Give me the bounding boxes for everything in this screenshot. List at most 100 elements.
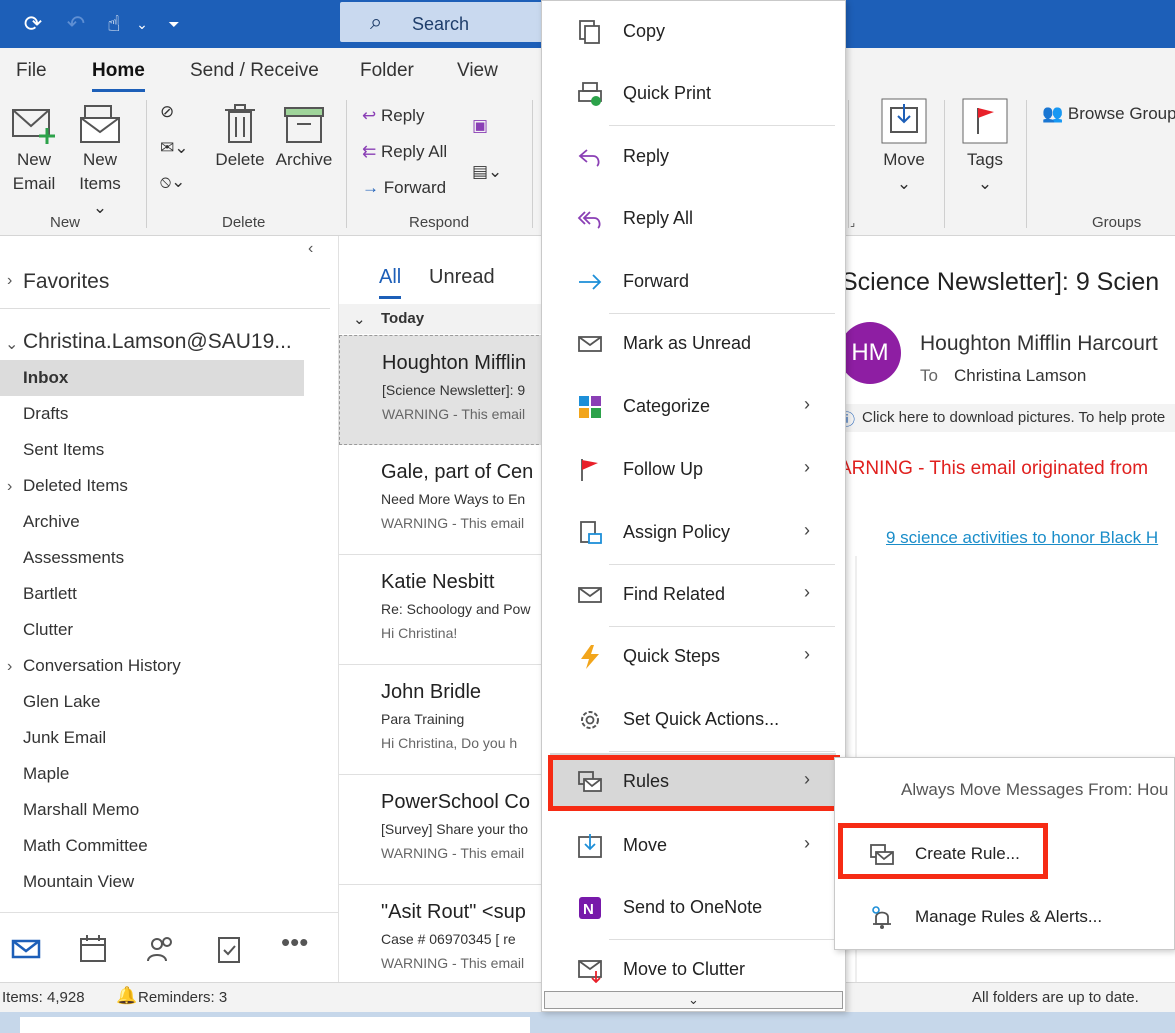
lightning-icon [581,645,599,669]
message-item[interactable]: "Asit Rout" <sup Case # 06970345 [ re WA… [339,885,549,995]
taskbar-search[interactable] [20,1017,530,1033]
menu-item-mark-as-unread[interactable]: Mark as Unread [542,313,845,375]
ignore-icon[interactable]: ⊘ [160,102,174,122]
folder-drafts[interactable]: Drafts [23,404,68,424]
search-box[interactable]: ⌕ Search [340,2,550,42]
meeting-icon[interactable]: ▣ [472,116,488,136]
menu-item-move[interactable]: Move › [542,815,845,877]
message-item[interactable]: Gale, part of Cen Need More Ways to En W… [339,445,549,555]
mail-icon[interactable] [10,933,42,965]
sync-icon[interactable]: ⟳ [19,10,47,38]
email-recipient[interactable]: Christina Lamson [954,366,1086,386]
people-icon[interactable] [145,933,177,965]
folder-maple[interactable]: Maple [23,764,69,784]
folder-junk-email[interactable]: Junk Email [23,728,106,748]
menu-item-reply-all[interactable]: Reply All [542,188,845,250]
new-email-button[interactable]: New Email [10,104,58,196]
menu-item-copy[interactable]: Copy [542,1,845,63]
new-items-button[interactable]: New Items ⌄ [72,104,128,220]
menu-item-label: Assign Policy [623,522,731,542]
folder-inbox[interactable]: Inbox [23,368,68,388]
calendar-icon[interactable] [77,933,109,965]
folder-sent-items[interactable]: Sent Items [23,440,104,460]
reminders-count[interactable]: Reminders: 3 [138,989,227,1006]
folder-marshall-memo[interactable]: Marshall Memo [23,800,139,820]
newsletter-link[interactable]: 9 science activities to honor Black H [886,528,1158,548]
menu-item-forward[interactable]: Forward [542,251,845,313]
chevron-right-icon[interactable]: › [7,658,12,676]
cleanup-icon[interactable]: ✉⌄ [160,138,189,158]
bell-icon: 🔔 [116,986,138,1005]
message-item[interactable]: Katie Nesbitt Re: Schoology and Pow Hi C… [339,555,549,665]
menu-item-manage-rules[interactable]: Manage Rules & Alerts... [845,891,1102,943]
undo-icon[interactable]: ↶ [62,10,90,38]
chevron-right-icon: › [804,833,810,853]
folder-assessments[interactable]: Assessments [23,548,124,568]
menu-item-follow-up[interactable]: Follow Up › [542,439,845,501]
more-icon[interactable]: ••• [281,927,308,958]
folder-clutter[interactable]: Clutter [23,620,73,640]
forward-button[interactable]: → Forward [362,178,446,198]
folder-bartlett[interactable]: Bartlett [23,584,77,604]
menu-item-send-to-onenote[interactable]: N Send to OneNote [542,877,845,939]
ribbon-separator [346,100,347,228]
menu-item-label: Find Related [623,584,726,604]
group-label-delete: Delete [222,214,266,231]
folder-mountain-view[interactable]: Mountain View [23,872,134,892]
sync-status: All folders are up to date. [972,989,1139,1006]
move-button[interactable]: Move ⌄ [878,98,930,196]
message-sender: Katie Nesbitt [381,571,495,593]
more-respond-icon[interactable]: ▤⌄ [472,162,502,182]
favorites-header[interactable]: Favorites [23,270,109,294]
tab-home[interactable]: Home [92,60,145,92]
menu-item-find-related[interactable]: Find Related › [542,564,845,626]
collapse-pane-icon[interactable]: ‹ [308,240,313,258]
tab-file[interactable]: File [16,60,47,82]
reply-button[interactable]: ↩ Reply [362,106,424,126]
menu-item-label: Mark as Unread [623,333,752,353]
tags-button[interactable]: Tags ⌄ [960,98,1010,196]
message-item[interactable]: John Bridle Para Training Hi Christina, … [339,665,549,775]
archive-button[interactable]: Archive [274,104,334,172]
reply-all-button[interactable]: ⇇ Reply All [362,142,447,162]
message-preview: Hi Christina, Do you h [381,735,518,751]
customize-toolbar-icon[interactable]: ⏷ [160,10,188,38]
menu-item-quick-print[interactable]: Quick Print [542,63,845,125]
menu-item-set-quick-actions[interactable]: Set Quick Actions... [542,689,845,751]
browse-groups-button[interactable]: 👥 Browse Groups [1042,104,1175,124]
group-header-today[interactable]: ⌄ Today [339,304,549,334]
menu-item-reply[interactable]: Reply [542,126,845,188]
folder-conversation-history[interactable]: Conversation History [23,656,181,676]
account-header[interactable]: Christina.Lamson@SAU19... [23,330,292,354]
tab-folder[interactable]: Folder [360,60,414,82]
message-item[interactable]: Houghton Mifflin [Science Newsletter]: 9… [339,335,549,445]
chevron-right-icon[interactable]: › [7,272,12,290]
tab-view[interactable]: View [457,60,498,82]
message-item[interactable]: PowerSchool Co [Survey] Share your tho W… [339,775,549,885]
email-sender[interactable]: Houghton Mifflin Harcourt [920,332,1158,356]
envelope-icon [578,336,602,352]
tasks-icon[interactable] [213,933,245,965]
menu-scroll-down[interactable]: ⌄ [544,991,843,1009]
chevron-down-icon[interactable]: ⌄ [128,10,156,38]
folder-pane: ‹ › Favorites ⌄ Christina.Lamson@SAU19..… [0,236,330,908]
menu-item-categorize[interactable]: Categorize › [542,376,845,438]
filter-unread-tab[interactable]: Unread [429,266,495,289]
junk-icon[interactable]: ⦸⌄ [160,172,185,192]
touch-mode-icon[interactable]: ☝ [100,10,128,38]
folder-deleted-items[interactable]: Deleted Items [23,476,128,496]
chevron-down-icon[interactable]: ⌄ [5,334,18,354]
tab-send-receive[interactable]: Send / Receive [190,60,319,82]
submenu-always-move[interactable]: Always Move Messages From: Hou [901,780,1168,800]
menu-item-quick-steps[interactable]: Quick Steps › [542,626,845,688]
chevron-right-icon: › [804,457,810,477]
chevron-right-icon[interactable]: › [7,478,12,496]
folder-archive[interactable]: Archive [23,512,80,532]
delete-button[interactable]: Delete [212,104,268,172]
dialog-launcher-icon[interactable]: ⌟ [850,216,855,229]
download-pictures-bar[interactable]: Click here to download pictures. To help… [845,404,1175,432]
filter-all-tab[interactable]: All [379,266,402,299]
folder-math-committee[interactable]: Math Committee [23,836,148,856]
menu-item-assign-policy[interactable]: Assign Policy › [542,502,845,564]
folder-glen-lake[interactable]: Glen Lake [23,692,101,712]
